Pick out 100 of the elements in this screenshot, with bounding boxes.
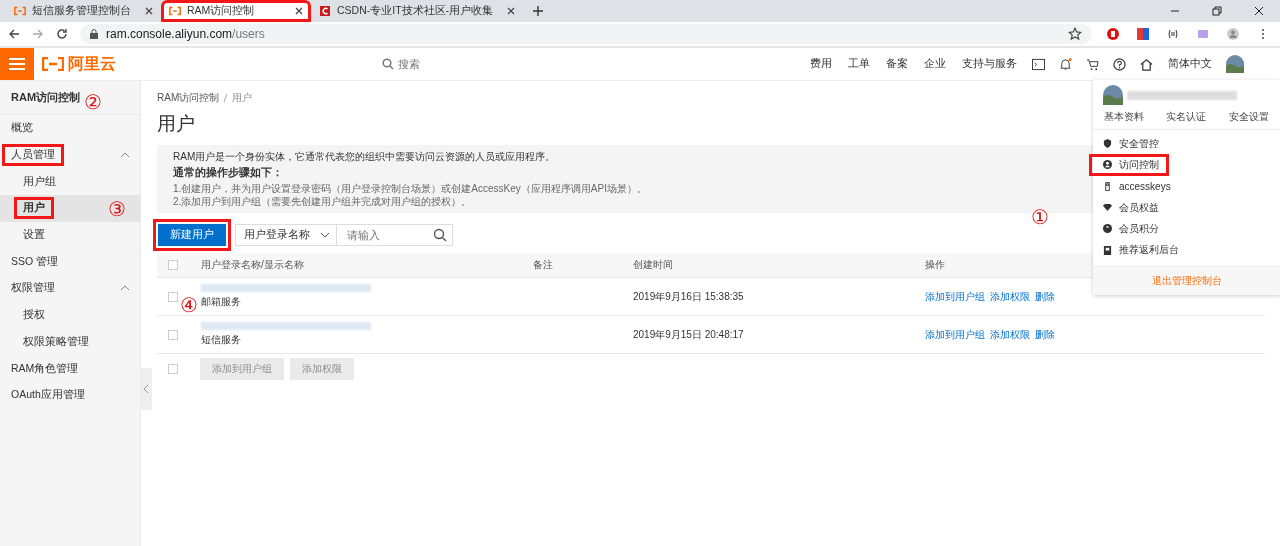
nav-link[interactable]: 支持与服务 [962,57,1017,71]
sidebar-item[interactable]: SSO 管理 [2,250,68,273]
avatar[interactable] [1226,55,1244,73]
sidebar-item[interactable]: 权限策略管理 [14,330,98,353]
checkbox[interactable] [168,364,178,374]
menu-button[interactable] [0,48,34,80]
browser-tab[interactable]: 短信服务管理控制台 [6,0,161,22]
close-icon[interactable] [145,7,153,15]
column-header: 备注 [533,259,553,270]
browser-tab[interactable]: CSDN-专业IT技术社区-用户收集 [311,0,524,22]
menu-item[interactable]: accesskeys [1089,175,1181,197]
cloud-logo-icon [169,6,181,16]
step-number: ① [1031,207,1049,227]
language-link[interactable]: 简体中文 [1168,57,1212,71]
column-header: 操作 [925,259,945,270]
action-link[interactable]: 添加权限 [990,289,1030,304]
breadcrumb-link[interactable]: RAM访问控制 [157,91,220,105]
close-icon[interactable] [295,7,303,15]
caret-icon [320,232,330,238]
close-icon[interactable] [1254,6,1264,16]
action-link[interactable]: 删除 [1035,327,1055,342]
sidebar-title: RAM访问控制 [11,91,81,103]
search-icon[interactable] [433,228,447,242]
breadcrumb-link[interactable]: 用户 [232,91,253,105]
filter-dropdown[interactable]: 用户登录名称 [235,224,337,246]
table-cell: 2019年9月16日 15:38:35 [633,290,744,302]
page-title: 用户 [157,113,195,134]
action-link[interactable]: 删除 [1035,289,1055,304]
column-header: 创建时间 [633,259,673,270]
key-icon [1103,181,1112,191]
menu-item[interactable]: 会员权益 [1089,196,1169,219]
close-icon[interactable] [507,7,516,15]
info-text: RAM用户是一个身份实体，它通常代表您的组织中需要访问云资源的人员或应用程序。 [173,151,556,162]
brackets-icon[interactable] [1167,28,1179,40]
sidebar-item[interactable]: 概览 [2,117,42,140]
reload-icon[interactable] [56,28,68,40]
sidebar-item[interactable]: OAuth应用管理 [2,384,94,407]
action-link[interactable]: 添加到用户组 [925,289,985,304]
step-text: 2.添加用户到用户组（需要先创建用户组并完成对用户组的授权）。 [173,196,472,207]
stop-sign-icon[interactable] [1107,28,1119,40]
menu-item[interactable]: 推荐返利后台 [1089,239,1189,261]
chevron-icon[interactable] [120,152,130,159]
sidebar-item[interactable]: 人员管理 [2,144,64,167]
cart-icon[interactable] [1086,57,1099,71]
lock-icon [90,29,98,39]
restore-icon[interactable] [1212,6,1222,16]
search-icon [382,58,394,70]
column-header: 用户登录名称/显示名称 [201,259,304,270]
account-link[interactable]: 基本资料 [1104,110,1145,124]
sidebar-item[interactable]: 用户组 [14,170,65,193]
sidebar-item[interactable]: 用户 [14,197,54,220]
display-name: 邮箱服务 [201,295,241,309]
display-name: 短信服务 [201,333,241,347]
book-icon [1103,245,1112,255]
search-field[interactable]: 请输入 [337,224,453,246]
create-user-button[interactable]: 新建用户 [158,224,226,246]
steps-heading: 通常的操作步骤如下： [173,166,283,178]
menu-item[interactable]: 会员积分 [1089,218,1169,240]
user-icon [1103,160,1112,170]
home-icon[interactable] [1140,57,1153,71]
checkbox[interactable] [168,291,178,302]
bell-icon[interactable] [1059,57,1072,71]
chevron-left-icon [143,384,149,394]
browser-tab[interactable]: RAM访问控制 [161,0,311,22]
account-link[interactable]: 实名认证 [1166,110,1207,124]
sidebar-item[interactable]: 权限管理 [2,277,64,300]
terminal-icon[interactable] [1032,57,1045,71]
sidebar-item[interactable]: 授权 [14,304,54,327]
brand-name: 阿里云 [68,53,116,74]
nav-link[interactable]: 企业 [924,57,946,71]
menu-icon [9,58,25,70]
account-link[interactable]: 安全设置 [1228,110,1269,124]
help-icon[interactable] [1113,57,1126,71]
collapse-handle[interactable] [140,368,152,410]
nav-link[interactable]: 费用 [810,57,832,71]
new-tab-icon[interactable] [533,6,544,16]
cloud-logo-icon [14,6,26,16]
menu-item[interactable]: 安全管控 [1089,133,1169,155]
sidebar-item[interactable]: RAM角色管理 [2,357,88,380]
nav-link[interactable]: 备案 [886,57,908,71]
address-bar[interactable]: ram.console.aliyun.com/users [80,24,1092,44]
star-icon[interactable] [1068,27,1082,41]
action-link[interactable]: 添加权限 [990,327,1030,342]
sidebar-item[interactable]: 设置 [14,224,54,247]
step-text: 1.创建用户，并为用户设置登录密码（用户登录控制台场景）或创建AccessKey（应用程序调用API场景）。 [173,183,647,194]
diamond-icon [1103,203,1112,213]
back-icon[interactable] [8,28,20,40]
nav-link[interactable]: 工单 [848,57,870,71]
search-field[interactable]: 搜索 [398,58,598,70]
shield-icon [1103,139,1112,149]
chevron-icon[interactable] [120,285,130,292]
checkbox[interactable] [168,329,178,340]
step-number: ④ [180,295,198,315]
checkbox[interactable] [168,260,178,270]
avatar [1103,85,1123,105]
profile-icon[interactable] [1227,28,1239,40]
table-cell: 2019年9月15日 20:48:17 [633,328,744,340]
menu-item[interactable]: 访问控制 [1089,154,1169,176]
action-link[interactable]: 添加到用户组 [925,327,985,342]
coin-icon [1103,224,1112,234]
